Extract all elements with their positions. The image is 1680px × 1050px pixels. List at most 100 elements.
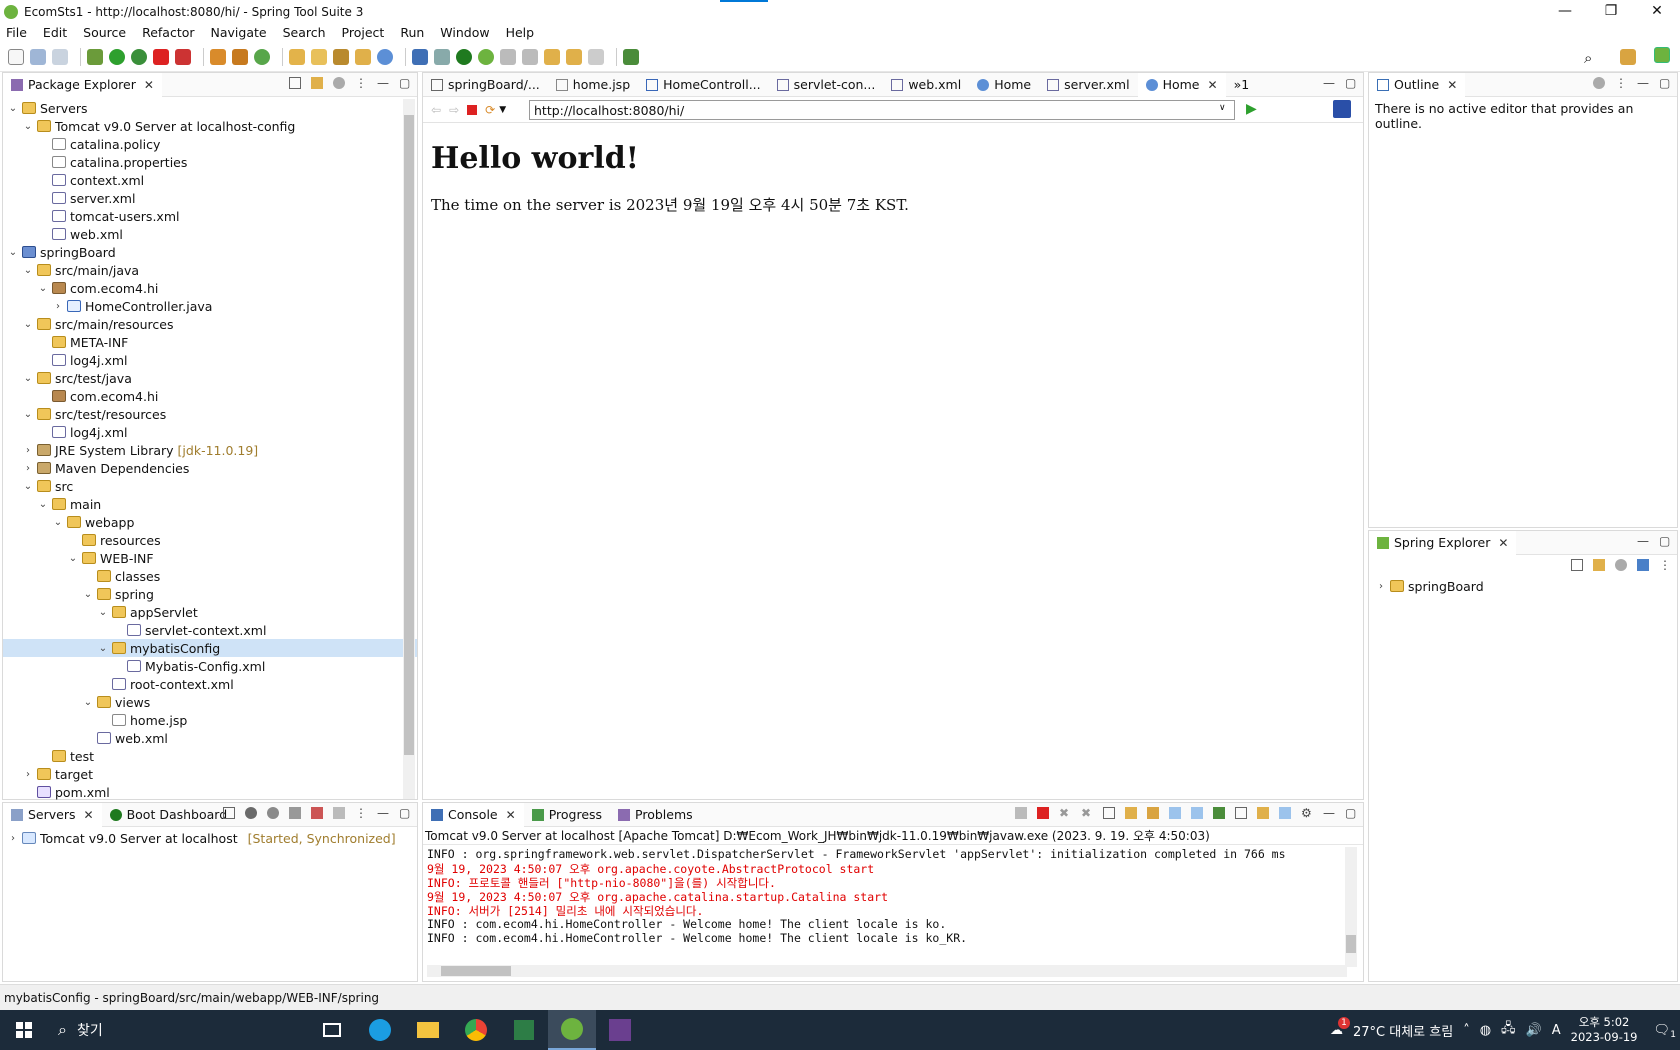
open-perspective-icon[interactable] [1620,49,1636,65]
view-menu-icon[interactable]: ⋮ [1615,77,1627,89]
link-editor-icon[interactable] [311,77,323,89]
network-icon[interactable]: 🖧 [1501,1019,1516,1041]
view-menu-icon[interactable]: ⋮ [1659,559,1671,571]
tab-server-xml[interactable]: server.xml [1039,73,1137,97]
spring-tool-suite-taskbar-icon[interactable] [548,1010,596,1050]
collapse-all-icon[interactable] [1571,559,1583,571]
chevron-down-icon[interactable]: ⌄ [7,247,19,258]
chevron-down-icon[interactable]: ⌄ [22,319,34,330]
new-class-icon[interactable] [254,48,270,65]
menu-search[interactable]: Search [283,25,326,40]
search-tool-icon[interactable] [333,48,349,65]
tree-item[interactable]: › Maven Dependencies [3,459,417,477]
close-icon[interactable]: ✕ [84,808,94,822]
collapse-all-icon[interactable] [289,77,301,89]
spring-perspective-icon[interactable] [1654,47,1670,63]
clock[interactable]: 오후 5:02 2023-09-19 [1571,1015,1638,1045]
tree-item[interactable]: › JRE System Library [jdk-11.0.19] [3,441,417,459]
tab-home-browser-1[interactable]: Home [969,73,1039,97]
new-package-icon[interactable] [232,48,248,65]
maximize-view-icon[interactable]: ▢ [1345,77,1357,89]
notification-icon[interactable]: 🗨 1 [1653,1023,1676,1040]
chevron-down-icon[interactable]: ⌄ [52,517,64,528]
minimize-view-icon[interactable]: — [1637,535,1649,547]
open-type-icon[interactable] [289,48,305,65]
tree-scrollbar[interactable] [403,99,415,799]
menu-file[interactable]: File [6,25,27,40]
menu-refactor[interactable]: Refactor [142,25,194,40]
back-icon[interactable] [566,48,582,65]
remove-launch-icon[interactable]: ✖ [1059,807,1071,819]
close-icon[interactable]: ✕ [144,78,154,92]
chrome-icon[interactable] [452,1010,500,1050]
minimize-view-icon[interactable]: — [1637,77,1649,89]
forward-icon[interactable]: ⇨ [449,103,459,117]
tree-item[interactable]: web.xml [3,225,417,243]
clear-console-icon[interactable] [1103,807,1115,819]
url-history-dropdown-icon[interactable]: ∨ [1219,103,1226,113]
tab-package-explorer[interactable]: Package Explorer ✕ [3,72,162,97]
file-explorer-icon[interactable] [404,1010,452,1050]
tree-item[interactable]: META-INF [3,333,417,351]
tab-boot-dashboard[interactable]: Boot Dashboard [102,803,236,827]
scroll-lock-icon[interactable] [1125,807,1137,819]
tree-item[interactable]: ⌄ Tomcat v9.0 Server at localhost-config [3,117,417,135]
weather-text[interactable]: 27°C 대체로 흐림 [1353,1021,1453,1040]
chevron-down-icon[interactable]: ⌄ [67,553,79,564]
onedrive-icon[interactable]: ◍ [1480,1023,1491,1038]
url-input[interactable]: http://localhost:8080/hi/ [529,100,1235,120]
tab-outline[interactable]: Outline ✕ [1369,72,1466,97]
spring-explorer-item[interactable]: › springBoard [1369,577,1677,595]
close-button[interactable]: ✕ [1634,0,1680,22]
link-editor-icon[interactable] [1593,559,1605,571]
tree-item[interactable]: ⌄ spring [3,585,417,603]
menu-edit[interactable]: Edit [43,25,67,40]
tree-item[interactable]: › HomeController.java [3,297,417,315]
save-icon[interactable] [30,48,46,65]
console-hscrollbar[interactable] [427,965,1347,977]
profile-server-icon[interactable] [289,807,301,819]
tree-scroll-thumb[interactable] [404,115,414,755]
open-console-icon[interactable] [1257,807,1269,819]
chevron-down-icon[interactable]: ⌄ [22,121,34,132]
open-task-icon[interactable] [355,48,371,65]
chevron-down-icon[interactable]: ⌄ [22,265,34,276]
tree-item[interactable]: web.xml [3,729,417,747]
menu-help[interactable]: Help [506,25,535,40]
show-stderr-icon[interactable] [1191,807,1203,819]
tree-item[interactable]: ⌄ src [3,477,417,495]
volume-icon[interactable]: 🔊 [1526,1023,1542,1038]
tree-item[interactable]: com.ecom4.hi [3,387,417,405]
tab-problems[interactable]: Problems [610,803,701,827]
minimize-button[interactable]: — [1542,0,1588,22]
tree-item[interactable]: ⌄ webapp [3,513,417,531]
chevron-up-icon[interactable]: ˄ [1463,1023,1470,1038]
debug-server-icon[interactable] [245,807,257,819]
tree-item[interactable]: ⌄ springBoard [3,243,417,261]
chevron-down-icon[interactable]: ⌄ [82,589,94,600]
tree-item[interactable]: pom.xml [3,783,417,801]
chevron-right-icon[interactable]: › [1375,581,1387,592]
chevron-down-icon[interactable]: ⌄ [37,283,49,294]
menu-project[interactable]: Project [342,25,385,40]
chevron-right-icon[interactable]: › [22,769,34,780]
tab-console[interactable]: Console ✕ [423,802,524,827]
start-button[interactable] [0,1010,48,1050]
web-browser-icon[interactable] [377,48,393,65]
previous-annotation-icon[interactable] [522,48,538,65]
display-console-icon[interactable] [1235,807,1247,819]
maximize-view-icon[interactable]: ▢ [399,807,411,819]
taskbar-search-box[interactable]: ⌕ 찾기 [48,1010,308,1050]
tree-item[interactable]: ⌄ main [3,495,417,513]
tree-item[interactable]: server.xml [3,189,417,207]
tree-item[interactable]: ⌄ com.ecom4.hi [3,279,417,297]
sort-icon[interactable] [1637,559,1649,571]
tree-item[interactable]: Mybatis-Config.xml [3,657,417,675]
minimize-view-icon[interactable]: — [1323,807,1335,819]
minimize-view-icon[interactable]: — [377,77,389,89]
menu-navigate[interactable]: Navigate [211,25,267,40]
chevron-right-icon[interactable]: › [52,301,64,312]
start-server-icon[interactable] [267,807,279,819]
word-wrap-icon[interactable] [1147,807,1159,819]
maximize-view-icon[interactable]: ▢ [1345,807,1357,819]
